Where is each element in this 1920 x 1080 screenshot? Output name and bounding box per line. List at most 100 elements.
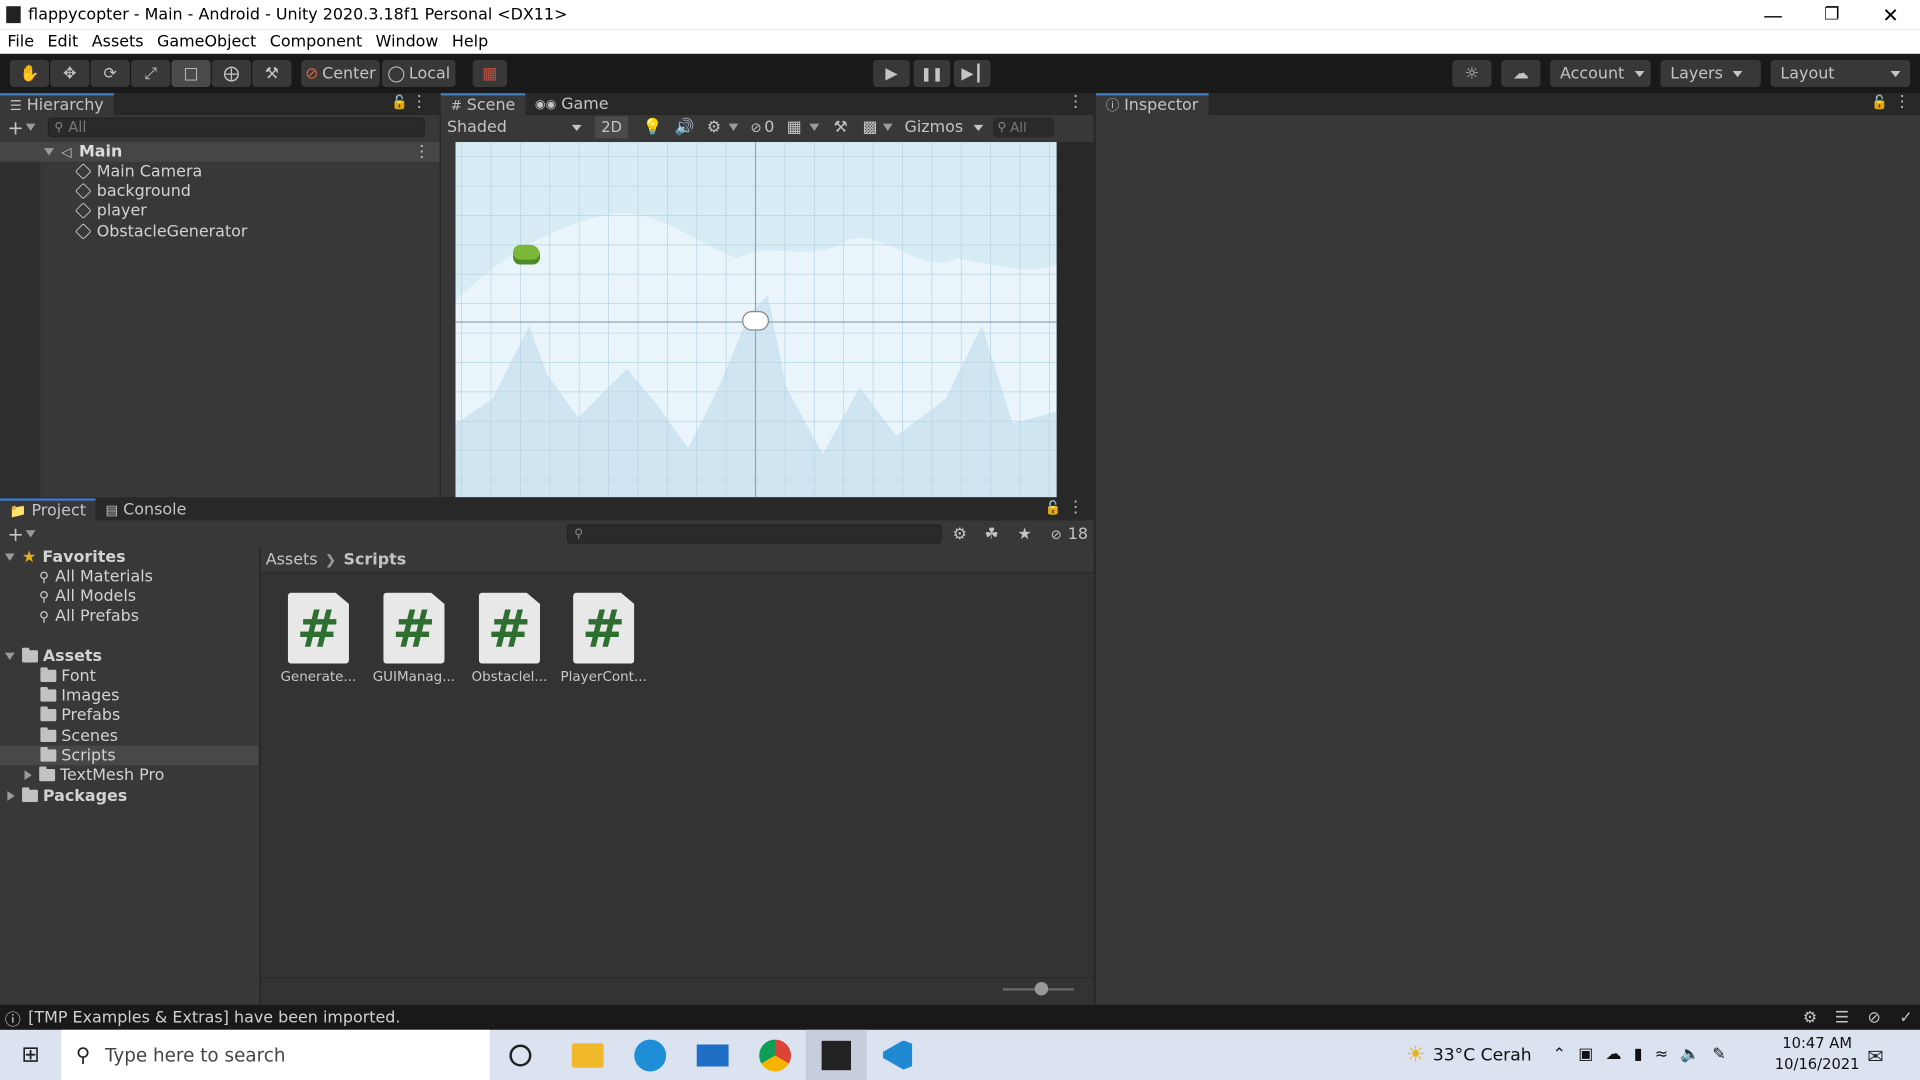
progress-icon[interactable]: ☰	[1835, 1008, 1849, 1026]
rect-tool-icon[interactable]: □	[171, 60, 211, 87]
menu-window[interactable]: Window	[376, 32, 439, 50]
cortana-icon[interactable]	[509, 1043, 532, 1066]
project-search-input[interactable]: ⚲	[566, 524, 942, 544]
collab-icon[interactable]: ☼	[1452, 60, 1492, 87]
packages-folder[interactable]: Packages	[7, 786, 127, 806]
menu-assets[interactable]: Assets	[92, 32, 144, 50]
hierarchy-item-background[interactable]: background	[74, 181, 191, 201]
account-dropdown[interactable]: Account	[1550, 60, 1651, 87]
hierarchy-item-main-camera[interactable]: Main Camera	[74, 162, 202, 182]
battery-icon[interactable]: ▮	[1634, 1046, 1643, 1064]
csharp-script-icon[interactable]: #	[287, 592, 349, 664]
tab-inspector[interactable]: ⓘ Inspector	[1095, 93, 1209, 116]
collapse-icon[interactable]	[7, 791, 15, 801]
hidden-packages-icon[interactable]: ⊘	[1051, 526, 1062, 542]
hierarchy-item-obstacle-generator[interactable]: ObstacleGenerator	[74, 222, 247, 242]
menu-help[interactable]: Help	[452, 32, 488, 50]
breadcrumb-scripts[interactable]: Scripts	[344, 550, 407, 568]
menu-component[interactable]: Component	[270, 32, 362, 50]
onedrive-icon[interactable]: ☁	[1606, 1046, 1622, 1064]
clock[interactable]: 10:47 AM 10/16/2021	[1768, 1033, 1866, 1075]
volume-icon[interactable]: 🔈	[1680, 1046, 1700, 1064]
player-helicopter-sprite[interactable]	[513, 244, 541, 265]
notifications-icon[interactable]: ✉	[1867, 1044, 1883, 1067]
create-dropdown-icon[interactable]	[26, 123, 37, 132]
menu-file[interactable]: File	[7, 32, 34, 50]
scene-root-row[interactable]: ◁ Main ⋮	[0, 142, 440, 162]
panel-menu-icon[interactable]: ⋮	[1068, 93, 1084, 111]
transform-tool-icon[interactable]: ⨁	[211, 60, 252, 87]
wifi-icon[interactable]: ≈	[1655, 1046, 1668, 1064]
effects-dropdown-icon[interactable]	[728, 123, 739, 132]
expand-icon[interactable]	[44, 148, 54, 156]
asset-guimanager[interactable]: GUIManag...	[367, 669, 460, 685]
create-dropdown-icon[interactable]	[26, 530, 37, 538]
hierarchy-search-input[interactable]: ⚲ All	[48, 117, 426, 138]
chrome-icon[interactable]	[759, 1038, 792, 1071]
folder-font[interactable]: Font	[40, 666, 96, 686]
layers-dropdown[interactable]: Layers	[1660, 60, 1761, 87]
restore-button[interactable]: ❐	[1802, 5, 1861, 25]
camera-dropdown-icon[interactable]	[882, 123, 893, 132]
file-explorer-icon[interactable]	[571, 1042, 604, 1068]
scene-viewport[interactable]	[455, 142, 1057, 498]
asset-obstacle[interactable]: Obstaclel...	[463, 669, 556, 685]
favorites-all-prefabs[interactable]: ⚲ All Prefabs	[39, 606, 139, 626]
hidden-objects-icon[interactable]: ⊘	[751, 119, 762, 135]
search-by-label-icon[interactable]: ☘	[984, 525, 998, 543]
hand-tool-icon[interactable]: ✋	[9, 60, 49, 87]
zoom-slider[interactable]	[1002, 982, 1074, 996]
tools-icon[interactable]: ⚒	[834, 118, 848, 136]
effects-icon[interactable]: ⚙	[707, 118, 721, 136]
snap-grid-icon[interactable]: ▦	[472, 60, 507, 87]
csharp-script-icon[interactable]: #	[573, 592, 635, 664]
taskbar-search-input[interactable]: ⚲ Type here to search	[61, 1029, 490, 1080]
move-tool-icon[interactable]: ✥	[50, 60, 90, 87]
lighting-icon[interactable]: 💡	[643, 118, 663, 136]
tab-game[interactable]: ◉◉ Game	[525, 93, 618, 115]
grid-dropdown-icon[interactable]	[809, 123, 819, 132]
status-message[interactable]: [TMP Examples & Extras] have been import…	[28, 1008, 400, 1026]
mail-icon[interactable]	[696, 1043, 729, 1066]
audio-icon[interactable]: 🔊	[675, 118, 695, 136]
shading-mode-dropdown[interactable]: Shaded	[441, 118, 588, 136]
pause-button[interactable]: ❚❚	[913, 60, 951, 87]
tab-hierarchy[interactable]: ☰ Hierarchy	[0, 93, 114, 116]
cloud-icon[interactable]: ☁	[1501, 60, 1541, 87]
menu-edit[interactable]: Edit	[47, 32, 78, 50]
space-local-button[interactable]: ◯ Local	[382, 60, 456, 87]
step-button[interactable]: ▶┃	[953, 60, 991, 87]
vscode-icon[interactable]	[867, 1030, 928, 1080]
unity-taskbar-icon[interactable]	[805, 1029, 867, 1080]
sync-check-icon[interactable]: ✓	[1899, 1008, 1912, 1026]
panel-menu-icon[interactable]: ⋮	[1894, 93, 1910, 111]
csharp-script-icon[interactable]: #	[383, 592, 445, 664]
csharp-script-icon[interactable]: #	[478, 592, 541, 664]
folder-prefabs[interactable]: Prefabs	[40, 705, 120, 725]
scale-tool-icon[interactable]: ⤢	[131, 60, 171, 87]
favorites-group[interactable]: ★ Favorites	[4, 547, 126, 567]
meet-now-icon[interactable]: ▣	[1578, 1046, 1593, 1064]
favorites-all-materials[interactable]: ⚲ All Materials	[39, 567, 153, 587]
folder-textmesh-pro[interactable]: TextMesh Pro	[24, 765, 164, 785]
panel-menu-icon[interactable]: ⋮	[411, 93, 427, 111]
lock-icon[interactable]: 🔓	[1871, 94, 1888, 110]
pivot-center-button[interactable]: ⊘ Center	[301, 60, 380, 87]
scene-search-input[interactable]: ⚲ All	[992, 117, 1054, 138]
tab-project[interactable]: 📁 Project	[0, 498, 96, 521]
breadcrumb-assets[interactable]: Assets	[266, 550, 318, 568]
pen-icon[interactable]: ✎	[1712, 1046, 1725, 1064]
debug-icon[interactable]: ⚙	[1803, 1008, 1817, 1026]
grid-snap-icon[interactable]: ▦	[787, 118, 802, 136]
expand-icon[interactable]	[4, 553, 15, 561]
camera-gizmo-icon[interactable]	[742, 311, 769, 331]
create-add-button[interactable]: +	[7, 522, 23, 545]
layout-dropdown[interactable]: Layout	[1770, 60, 1911, 87]
assets-folder[interactable]: Assets	[4, 647, 102, 667]
minimize-button[interactable]: —	[1744, 3, 1803, 26]
scene-menu-icon[interactable]: ⋮	[414, 143, 430, 161]
lock-icon[interactable]: 🔓	[1045, 500, 1062, 516]
create-add-button[interactable]: +	[7, 116, 23, 139]
camera-icon[interactable]: ▩	[862, 118, 877, 136]
play-button[interactable]: ▶	[873, 60, 910, 87]
